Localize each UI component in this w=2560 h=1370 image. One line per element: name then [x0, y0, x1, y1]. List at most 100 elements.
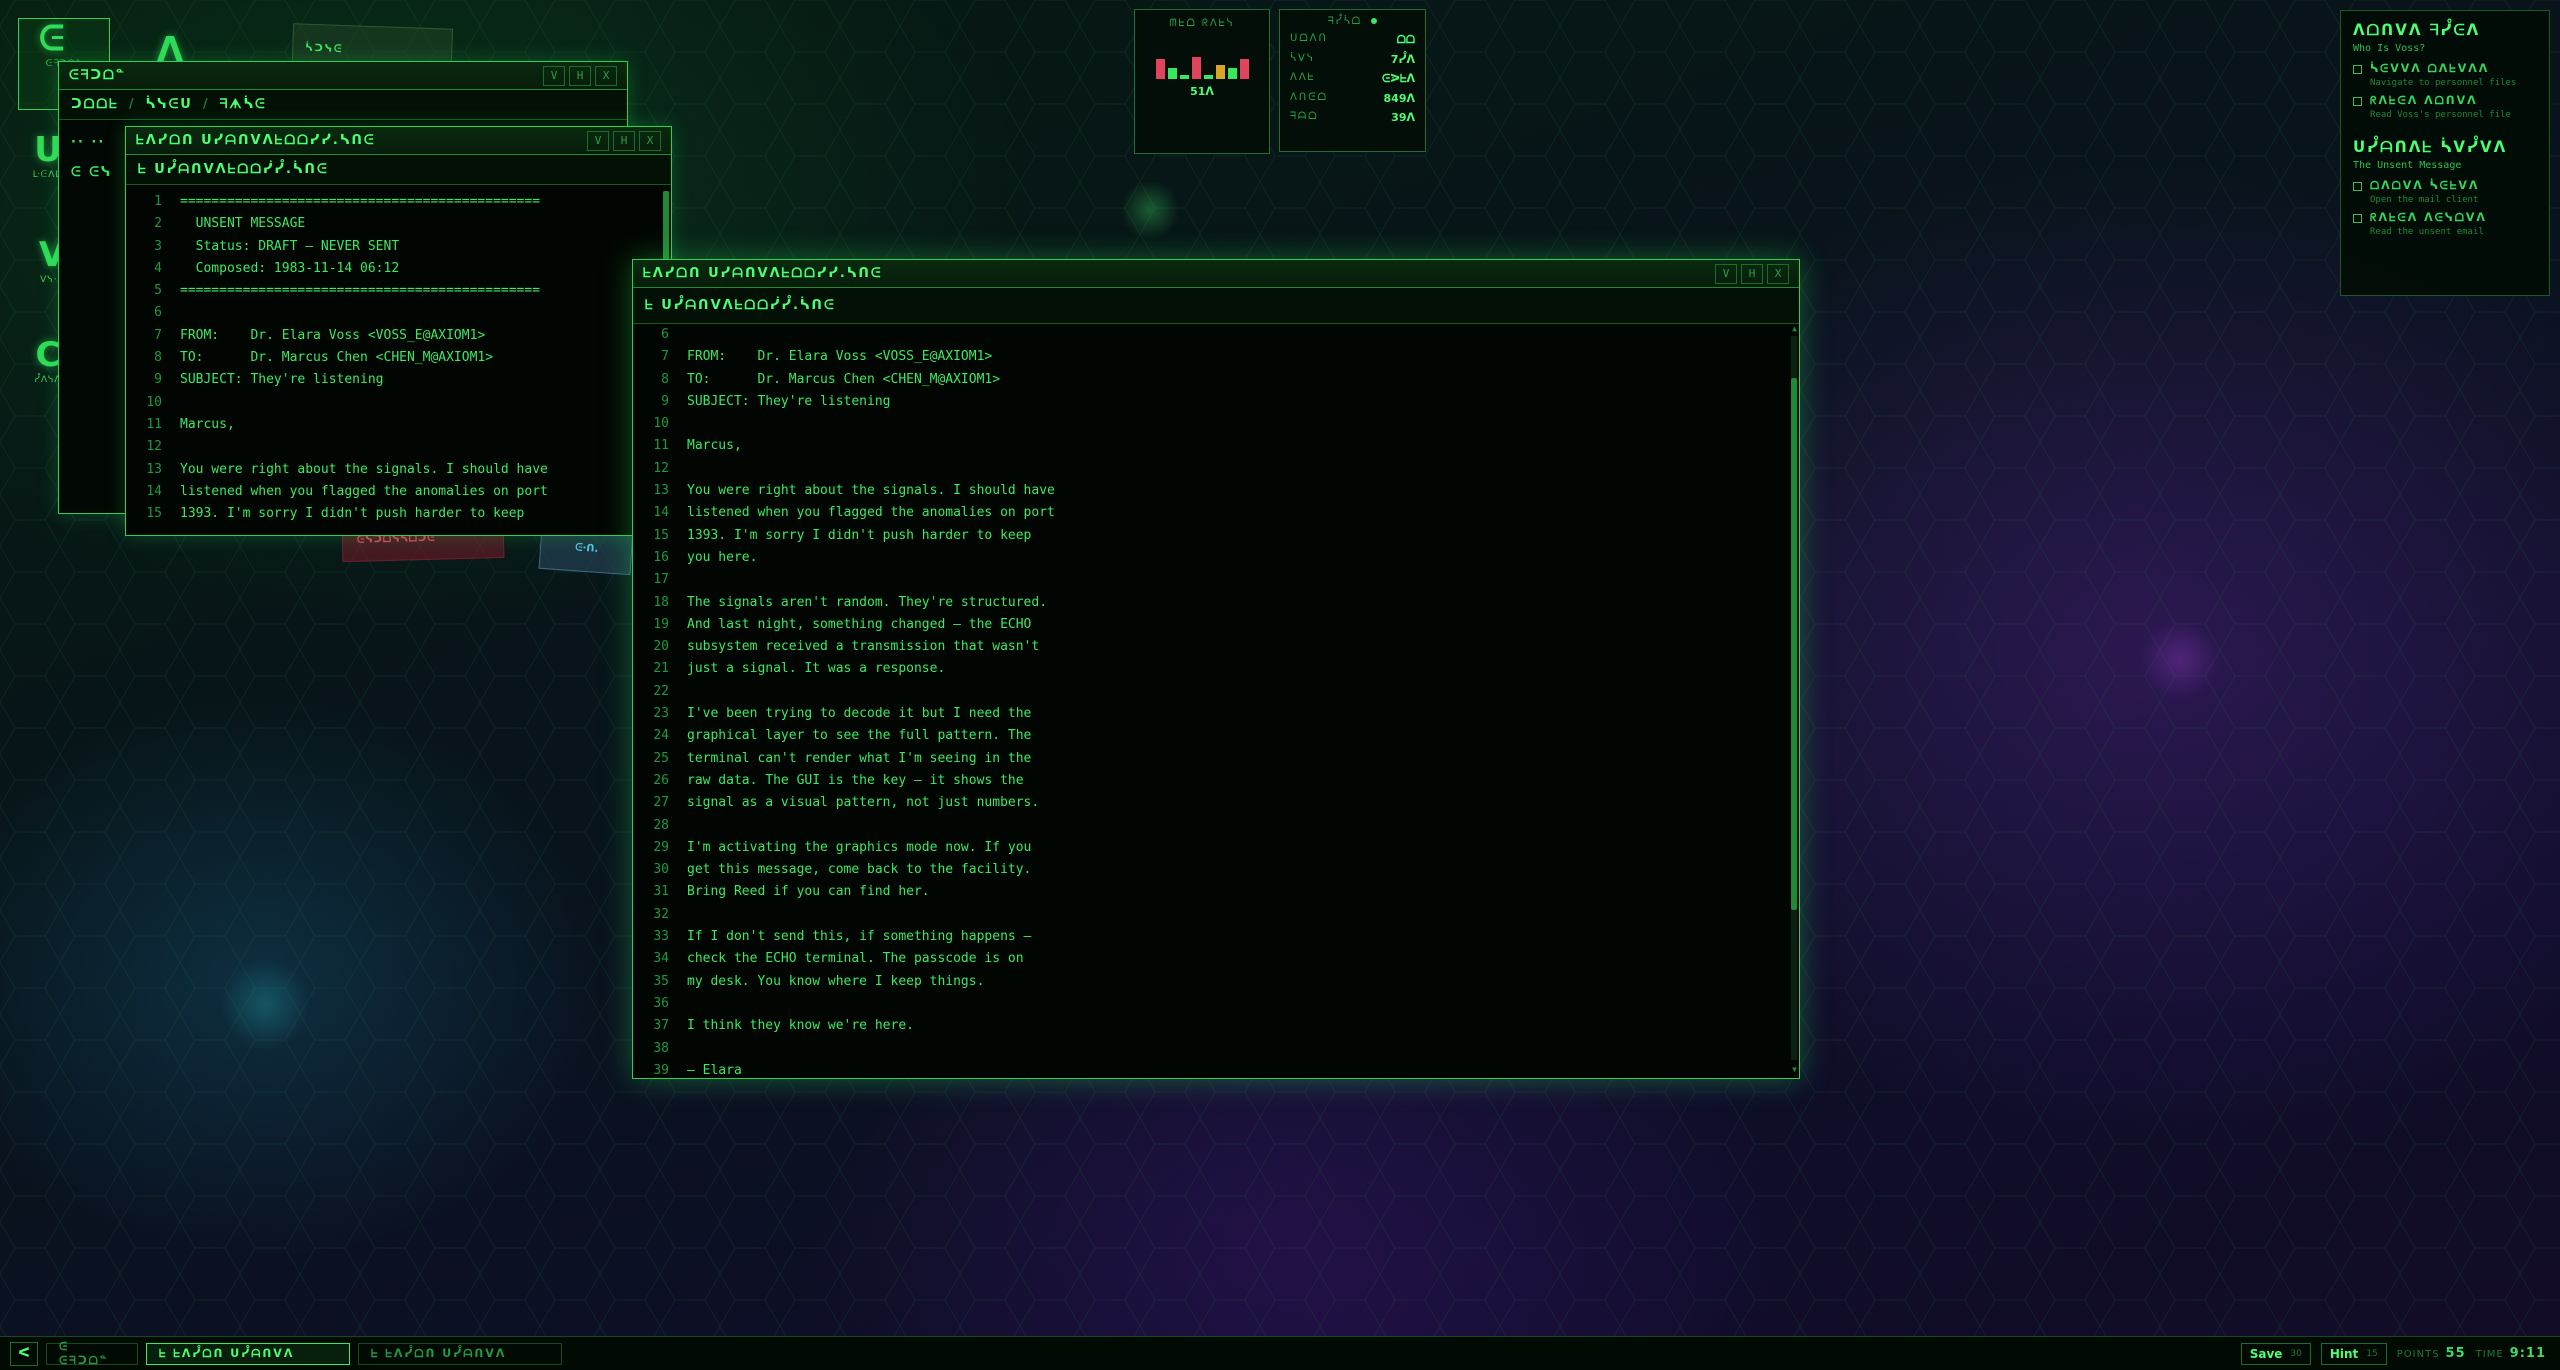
line-number: 4: [154, 260, 162, 276]
line-text: And last night, something changed — the …: [687, 616, 1032, 632]
line-text: UNSENT MESSAGE: [180, 216, 306, 232]
mail-line: 26 raw data. The GUI is the key — it show…: [633, 770, 1799, 792]
minimize-button[interactable]: V: [1715, 263, 1737, 284]
taskbar-item-mail-active[interactable]: ᖶ ᖶᐱᓮᗝᑎ ᑌᓮᗩᑎᐯᐱ: [146, 1342, 350, 1365]
mail-line: 15 1393. I'm sorry I didn't push harder t…: [126, 503, 671, 525]
taskbar-item-files[interactable]: ᕮ ᕮᖷᑐᗝᓐ: [46, 1340, 138, 1367]
mail-body[interactable]: 6 7 FROM: Dr. Elara Voss <VOSS_E@AXIOM1> 8 T…: [633, 324, 1799, 1074]
scroll-thumb[interactable]: [1791, 378, 1797, 910]
signal-bar: [1216, 65, 1225, 79]
breadcrumb-item[interactable]: ᖷᗗᓵᕮ: [220, 97, 267, 112]
mail-back-titlebar[interactable]: ᖶᐱᓮᗝᑎ ᑌᓮᗩᑎᐯᐱᖶᗝᗝᓰᓮ.ᓵᑎᕮ V H X: [126, 127, 671, 155]
line-number: 27: [653, 795, 669, 811]
time-display: TIME 9:11: [2475, 1346, 2546, 1361]
mail-window-back[interactable]: ᖶᐱᓮᗝᑎ ᑌᓮᗩᑎᐯᐱᖶᗝᗝᓰᓮ.ᓵᑎᕮ V H X ᖶ ᑌᓮᗩᑎᐯᐱᖶᗝᗝᓰ…: [125, 126, 672, 536]
objective-desc: Navigate to personnel files: [2370, 78, 2517, 88]
signal-panel: ᗰᖶᗝ ᖇᐱᖶᓭ 51ᐱ: [1134, 9, 1270, 154]
line-number: 8: [661, 371, 669, 387]
maximize-button[interactable]: H: [613, 130, 635, 151]
line-text: Composed: 1983-11-14 06:12: [180, 260, 400, 276]
mail-line: 29 I'm activating the graphics mode now. …: [633, 837, 1799, 859]
line-number: 14: [653, 505, 669, 521]
stat-label: ᐱᑎᕮᗝ: [1290, 92, 1328, 103]
stat-value: 849ᐱ: [1383, 92, 1415, 105]
line-text: You were right about the signals. I shou…: [687, 483, 1055, 499]
line-number: 21: [653, 661, 669, 677]
line-number: 10: [653, 416, 669, 432]
line-text: subsystem received a transmission that w…: [687, 639, 1040, 655]
mail-line: 10: [633, 413, 1799, 435]
objective-heading: ᑌᓮᗩᑎᐱᖶ ᓵᐯᓮᐯᐱ: [2353, 138, 2508, 156]
close-button[interactable]: X: [639, 130, 661, 151]
maximize-button[interactable]: H: [1741, 263, 1763, 284]
line-text: I'm activating the graphics mode now. If…: [687, 839, 1032, 855]
line-text: signal as a visual pattern, not just num…: [687, 795, 1040, 811]
mail-body[interactable]: 1 =======================================…: [126, 185, 671, 533]
window-title: ᖶᐱᓮᗝᑎ ᑌᓮᗩᑎᐯᐱᖶᗝᗝᓰᓮ.ᓵᑎᕮ: [643, 266, 883, 281]
line-number: 20: [653, 639, 669, 655]
stat-value: ᗝᗝ: [1396, 33, 1415, 46]
close-button[interactable]: X: [1767, 263, 1789, 284]
mail-line: 14 listened when you flagged the anomalie…: [633, 502, 1799, 524]
objective-section: ᐱᗝᑎᐯᐱ ᖷᓮᕮᐱ Who Is Voss? ᓵᕮᐯᐯᐱ ᗝᐱᖶᐯᐱᐱ Naviga…: [2353, 21, 2537, 120]
line-text: my desk. You know where I keep things.: [687, 973, 985, 989]
line-number: 9: [661, 393, 669, 409]
hint-button[interactable]: Hint 15: [2320, 1342, 2387, 1365]
objectives-panel: ᐱᗝᑎᐯᐱ ᖷᓮᕮᐱ Who Is Voss? ᓵᕮᐯᐯᐱ ᗝᐱᖶᐯᐱᐱ Naviga…: [2340, 10, 2550, 296]
mail-window-front[interactable]: ᖶᐱᓮᗝᑎ ᑌᓮᗩᑎᐯᐱᖶᗝᗝᓰᓮ.ᓵᑎᕮ V H X ᖶ ᑌᓮᗩᑎᐯᐱᖶᗝᗝᓰ…: [632, 259, 1800, 1079]
line-number: 14: [146, 483, 162, 499]
mail-toolbar-label[interactable]: ᖶ ᑌᓮᗩᑎᐯᐱᖶᗝᗝᓰᓮ.ᓵᑎᕮ: [645, 298, 836, 313]
breadcrumb-item[interactable]: ᑐᗝᗝᖶ: [71, 97, 119, 112]
taskbar: ᐸ ᕮ ᕮᖷᑐᗝᓐ ᖶ ᖶᐱᓮᗝᑎ ᑌᓮᗩᑎᐯᐱ ᖶ ᖶᐱᓮᗝᑎ ᑌᓮᗩᑎᐯᐱ …: [0, 1336, 2560, 1370]
line-number: 1: [154, 194, 162, 209]
line-number: 26: [653, 772, 669, 788]
stat-value: 7ᓮᐱ: [1390, 53, 1415, 66]
line-number: 15: [653, 527, 669, 543]
mail-front-titlebar[interactable]: ᖶᐱᓮᗝᑎ ᑌᓮᗩᑎᐯᐱᖶᗝᗝᓰᓮ.ᓵᑎᕮ V H X: [633, 260, 1799, 288]
line-number: 11: [146, 416, 162, 432]
line-text: The signals aren't random. They're struc…: [687, 594, 1048, 610]
line-text: You were right about the signals. I shou…: [180, 461, 548, 477]
files-icon: ᕮ: [39, 19, 65, 59]
mail-line: 19 And last night, something changed — th…: [633, 614, 1799, 636]
stat-row: ᐱᐱᖶ ᕮᐷᖶᐱ: [1290, 72, 1415, 86]
line-number: 12: [146, 439, 162, 455]
mail-line: 5 =======================================…: [126, 280, 671, 302]
signal-bar: [1192, 57, 1201, 79]
line-number: 15: [146, 506, 162, 522]
line-text: TO: Dr. Marcus Chen <CHEN_M@AXIOM1>: [180, 350, 494, 366]
mail-toolbar-label[interactable]: ᖶ ᑌᓮᗩᑎᐯᐱᖶᗝᗝᓰᓮ.ᓵᑎᕮ: [138, 162, 329, 177]
objective-label: ᖇᐱᖶᕮᐱ ᐱᕮᓭᗝᐯᐱ: [2370, 211, 2487, 224]
file-window-titlebar[interactable]: ᕮᖷᑐᗝᓐ V H X: [59, 62, 627, 90]
minimize-button[interactable]: V: [587, 130, 609, 151]
scroll-down-icon[interactable]: ▼: [1792, 1065, 1797, 1074]
mail-line: 36: [633, 993, 1799, 1015]
scroll-up-icon[interactable]: ▲: [1792, 324, 1797, 333]
objective-section: ᑌᓮᗩᑎᐱᖶ ᓵᐯᓮᐯᐱ The Unsent Message ᗝᐱᗝᐯᐱ ᓵᕮᖶᐯ…: [2353, 138, 2537, 237]
maximize-button[interactable]: H: [569, 65, 591, 86]
line-number: 36: [653, 995, 669, 1011]
scrollbar[interactable]: [1791, 336, 1797, 1060]
start-button[interactable]: ᐸ: [10, 1341, 38, 1366]
breadcrumb-item[interactable]: ᓵᓭᕮᑌ: [146, 97, 193, 112]
line-text: FROM: Dr. Elara Voss <VOSS_E@AXIOM1>: [687, 349, 993, 365]
line-number: 13: [653, 483, 669, 499]
mail-line: 20 subsystem received a transmission that…: [633, 636, 1799, 658]
taskbar-item-mail[interactable]: ᖶ ᖶᐱᓮᗝᑎ ᑌᓮᗩᑎᐯᐱ: [358, 1342, 562, 1365]
stat-label: ᐱᐱᖶ: [1290, 72, 1316, 83]
line-number: 25: [653, 750, 669, 766]
save-button[interactable]: Save 30: [2240, 1342, 2311, 1365]
line-text: just a signal. It was a response.: [687, 661, 946, 677]
line-number: 22: [653, 683, 669, 699]
stat-row: ᑌᗝᐱᑎ ᗝᗝ: [1290, 33, 1415, 47]
line-text: TO: Dr. Marcus Chen <CHEN_M@AXIOM1>: [687, 371, 1001, 387]
close-button[interactable]: X: [595, 65, 617, 86]
line-number: 19: [653, 616, 669, 632]
signal-bar: [1156, 59, 1165, 79]
line-number: 28: [653, 817, 669, 833]
line-text: FROM: Dr. Elara Voss <VOSS_E@AXIOM1>: [180, 327, 486, 343]
minimize-button[interactable]: V: [543, 65, 565, 86]
line-text: Marcus,: [180, 416, 235, 432]
mail-line: 13 You were right about the signals. I sh…: [126, 459, 671, 481]
mail-line: 8 TO: Dr. Marcus Chen <CHEN_M@AXIOM1>: [126, 347, 671, 369]
